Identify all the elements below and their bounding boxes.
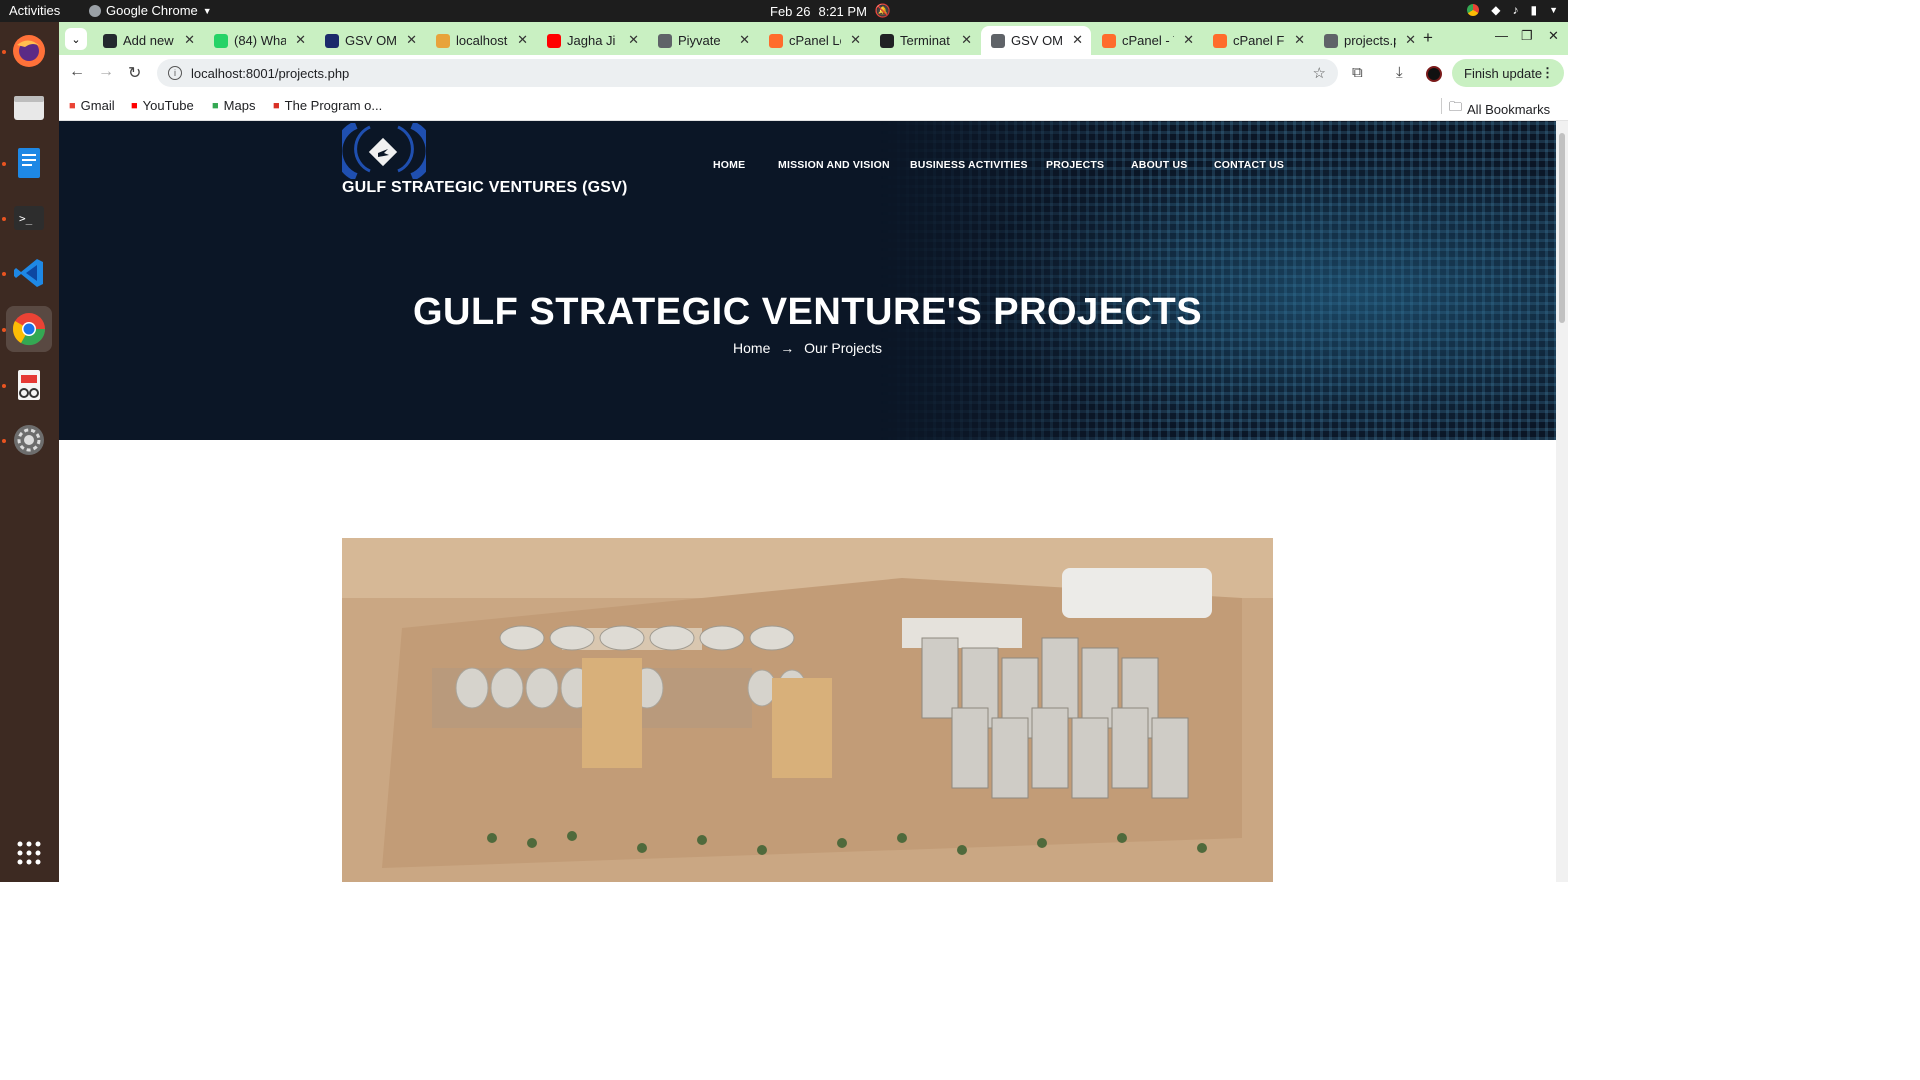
date-label: Feb 26 (770, 3, 811, 19)
app-menu[interactable]: Google Chrome ▼ (89, 3, 212, 18)
nav-mission-and-vision[interactable]: MISSION AND VISION (778, 159, 890, 171)
breadcrumb-current: Our Projects (804, 340, 882, 356)
svg-text:>_: >_ (19, 212, 33, 225)
chrome-app-icon (89, 4, 101, 17)
terminal-icon[interactable]: >_ (6, 195, 52, 241)
nav-home[interactable]: HOME (713, 159, 745, 171)
volume-icon: ♪ (1512, 3, 1519, 17)
chevron-down-icon: ▼ (202, 5, 212, 16)
project-image (342, 538, 1273, 882)
vscode-icon[interactable] (6, 250, 52, 296)
app-name: Google Chrome (106, 3, 198, 18)
wifi-icon: ◆ (1491, 3, 1501, 17)
chevron-down-icon: ▼ (1549, 5, 1558, 15)
web-page: GULF STRATEGIC VENTURES (GSV) HOME MISSI… (59, 121, 1556, 882)
app-grid-icon[interactable] (6, 830, 52, 876)
settings-icon[interactable] (6, 417, 52, 463)
site-brand-name[interactable]: GULF STRATEGIC VENTURES (GSV) (342, 179, 628, 197)
system-top-bar: Activities Google Chrome ▼ Feb 26 8:21 P… (0, 0, 1568, 22)
breadcrumb-home-link[interactable]: Home (733, 340, 770, 356)
scrollbar-thumb[interactable] (1559, 133, 1565, 323)
firefox-icon[interactable] (6, 28, 52, 74)
activities-button[interactable]: Activities (9, 3, 60, 18)
site-logo[interactable] (342, 123, 426, 179)
chrome-tray-icon (1467, 4, 1480, 16)
page-title: GULF STRATEGIC VENTURE'S PROJECTS (412, 291, 1203, 333)
files-icon[interactable] (6, 84, 52, 130)
chrome-icon[interactable] (6, 306, 52, 352)
dock: >_ (0, 22, 59, 882)
nav-business-activities[interactable]: BUSINESS ACTIVITIES (910, 159, 1028, 171)
breadcrumb: Home → Our Projects (59, 340, 1556, 356)
notifications-off-icon: 🔕 (874, 3, 892, 18)
arrow-right-icon: → (780, 340, 795, 356)
document-viewer-icon[interactable] (6, 362, 52, 408)
nav-contact-us[interactable]: CONTACT US (1214, 159, 1284, 171)
text-editor-icon[interactable] (6, 140, 52, 186)
battery-icon: ▮ (1530, 3, 1538, 17)
hero-section: GULF STRATEGIC VENTURES (GSV) HOME MISSI… (59, 121, 1556, 440)
time-label: 8:21 PM (818, 3, 867, 19)
page-scrollbar[interactable] (1556, 121, 1568, 882)
nav-projects[interactable]: PROJECTS (1046, 159, 1104, 171)
clock[interactable]: Feb 26 8:21 PM 🔕 (770, 3, 891, 19)
system-tray[interactable]: ◆ ♪ ▮ ▼ (1467, 3, 1558, 17)
nav-about-us[interactable]: ABOUT US (1131, 159, 1187, 171)
